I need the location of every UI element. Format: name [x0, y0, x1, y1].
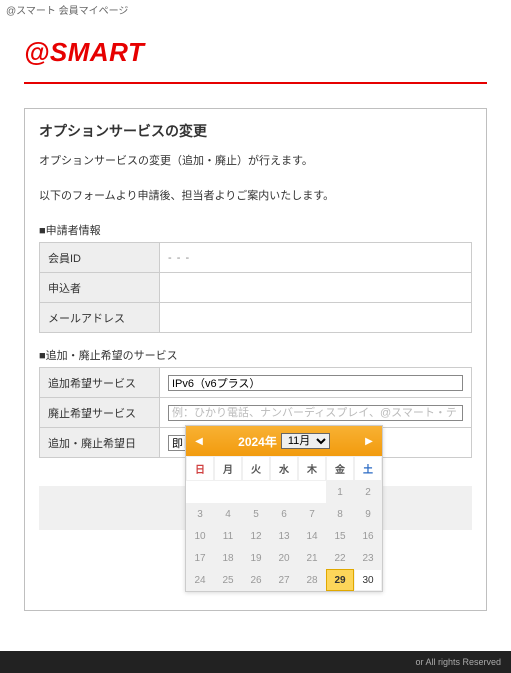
datepicker-title: 2024年 11月 [238, 433, 330, 450]
section-applicant: ■申請者情報 [39, 222, 472, 238]
day-cell[interactable]: 14 [298, 525, 326, 547]
day-cell[interactable]: 24 [186, 569, 214, 591]
chevron-right-icon: ▶ [365, 436, 373, 447]
dow-label: 土 [354, 456, 382, 481]
day-cell[interactable]: 19 [242, 547, 270, 569]
day-cell[interactable]: 21 [298, 547, 326, 569]
day-cell[interactable]: 16 [354, 525, 382, 547]
window-title: @スマート 会員マイページ [0, 0, 511, 19]
brand-logo: @SMART [24, 19, 487, 82]
day-cell[interactable]: 6 [270, 503, 298, 525]
day-cell[interactable]: 1 [326, 481, 354, 503]
description-2: 以下のフォームより申請後、担当者よりご案内いたします。 [39, 188, 472, 205]
day-cell[interactable]: 8 [326, 503, 354, 525]
day-cell[interactable]: 11 [214, 525, 242, 547]
member-id-value: - - - [160, 243, 472, 273]
day-cell[interactable]: 22 [326, 547, 354, 569]
page-footer: or All rights Reserved [0, 651, 511, 673]
day-cell[interactable]: 28 [298, 569, 326, 591]
day-cell[interactable]: 30 [354, 569, 382, 591]
dow-label: 水 [270, 456, 298, 481]
day-cell[interactable]: 26 [242, 569, 270, 591]
email-label: メールアドレス [40, 303, 160, 333]
next-month-button[interactable]: ▶ [360, 432, 378, 450]
email-value [160, 303, 472, 333]
day-cell[interactable]: 2 [354, 481, 382, 503]
day-cell[interactable]: 10 [186, 525, 214, 547]
day-cell[interactable]: 27 [270, 569, 298, 591]
logo-at: @ [24, 37, 50, 67]
day-cell[interactable]: 5 [242, 503, 270, 525]
chevron-left-icon: ◀ [195, 436, 203, 447]
day-blank [298, 481, 326, 503]
day-cell[interactable]: 23 [354, 547, 382, 569]
description-1: オプションサービスの変更（追加・廃止）が行えます。 [39, 153, 472, 170]
day-cell[interactable]: 25 [214, 569, 242, 591]
day-cell[interactable]: 15 [326, 525, 354, 547]
remove-service-label: 廃止希望サービス [40, 398, 160, 428]
applicant-name-label: 申込者 [40, 273, 160, 303]
day-cell[interactable]: 9 [354, 503, 382, 525]
day-cell[interactable]: 13 [270, 525, 298, 547]
dow-label: 金 [326, 456, 354, 481]
day-cell[interactable]: 4 [214, 503, 242, 525]
member-id-label: 会員ID [40, 243, 160, 273]
dow-label: 月 [214, 456, 242, 481]
add-service-input[interactable] [168, 375, 463, 391]
year-label: 2024年 [238, 433, 277, 450]
datepicker: ◀ 2024年 11月 ▶ 日月火水木金土 123456789101112131… [185, 425, 383, 592]
remove-service-input[interactable] [168, 405, 463, 421]
divider [24, 82, 487, 84]
day-cell[interactable]: 17 [186, 547, 214, 569]
dow-label: 火 [242, 456, 270, 481]
dow-label: 日 [186, 456, 214, 481]
day-blank [270, 481, 298, 503]
day-cell[interactable]: 7 [298, 503, 326, 525]
datepicker-days-grid: 1234567891011121314151617181920212223242… [186, 481, 382, 591]
day-cell[interactable]: 3 [186, 503, 214, 525]
day-cell[interactable]: 29 [326, 569, 354, 591]
option-change-card: オプションサービスの変更 オプションサービスの変更（追加・廃止）が行えます。 以… [24, 108, 487, 611]
applicant-table: 会員ID - - - 申込者 メールアドレス [39, 242, 472, 333]
day-cell[interactable]: 20 [270, 547, 298, 569]
add-service-label: 追加希望サービス [40, 368, 160, 398]
logo-text: SMART [50, 37, 144, 67]
dow-label: 木 [298, 456, 326, 481]
day-cell[interactable]: 18 [214, 547, 242, 569]
day-blank [214, 481, 242, 503]
day-blank [242, 481, 270, 503]
applicant-name-value [160, 273, 472, 303]
card-title: オプションサービスの変更 [39, 121, 472, 141]
datepicker-header: ◀ 2024年 11月 ▶ [186, 426, 382, 456]
day-cell[interactable]: 12 [242, 525, 270, 547]
date-label: 追加・廃止希望日 [40, 428, 160, 458]
month-select[interactable]: 11月 [281, 433, 330, 449]
section-service: ■追加・廃止希望のサービス [39, 347, 472, 363]
datepicker-dow-row: 日月火水木金土 [186, 456, 382, 481]
prev-month-button[interactable]: ◀ [190, 432, 208, 450]
day-blank [186, 481, 214, 503]
